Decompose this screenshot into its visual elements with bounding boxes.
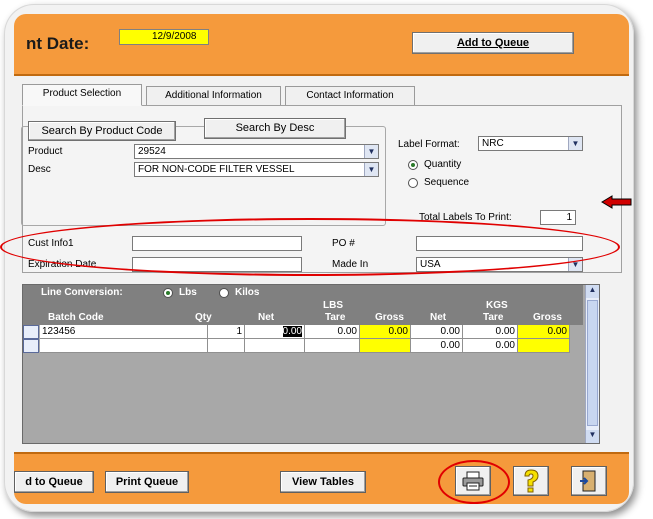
product-label: Product [28, 146, 63, 157]
add-to-queue-footer-button[interactable]: d to Queue [14, 471, 94, 493]
annotation-arrow-icon [601, 195, 632, 209]
product-value: 29524 [138, 146, 166, 157]
kilos-option-label: Kilos [235, 287, 260, 298]
label-format-label: Label Format: [398, 139, 460, 150]
kgs-group-header: KGS [486, 300, 508, 311]
batch-code-cell[interactable] [40, 339, 208, 353]
lbs-gross-cell[interactable]: 0.00 [360, 325, 411, 339]
col-kgs-tare: Tare [483, 312, 504, 323]
tab-contact-information[interactable]: Contact Information [285, 86, 415, 106]
lbs-tare-cell[interactable]: 0.00 [305, 325, 360, 339]
table-row[interactable]: 123456 1 0.00 0.00 0.00 0.00 0.00 0.00 [23, 325, 583, 339]
window-content: nt Date: 12/9/2008 Add to Queue Product … [14, 14, 629, 504]
grid-header: Line Conversion: Lbs Kilos LBS KGS Batch… [23, 285, 583, 325]
quantity-label: Quantity [424, 159, 462, 170]
scroll-thumb[interactable] [587, 300, 598, 426]
kgs-gross-cell[interactable] [518, 339, 570, 353]
sequence-label: Sequence [424, 177, 470, 188]
expiration-date-label: Expiration Date [28, 259, 97, 270]
lbs-option-label: Lbs [179, 287, 197, 298]
po-label: PO # [332, 238, 355, 249]
col-lbs-tare: Tare [325, 312, 346, 323]
col-lbs-gross: Gross [375, 312, 404, 323]
chevron-down-icon[interactable]: ▼ [364, 163, 378, 176]
help-button[interactable] [513, 466, 549, 496]
label-format-combo[interactable]: NRC ▼ [478, 136, 583, 151]
tab-additional-information[interactable]: Additional Information [146, 86, 281, 106]
app-window: nt Date: 12/9/2008 Add to Queue Product … [4, 4, 634, 512]
view-tables-button[interactable]: View Tables [280, 471, 366, 493]
tab-product-selection[interactable]: Product Selection [22, 84, 142, 106]
lbs-net-cell[interactable]: 0.00 [245, 325, 305, 339]
chevron-down-icon[interactable]: ▼ [364, 145, 378, 158]
lbs-net-value: 0.00 [282, 326, 302, 337]
qty-cell[interactable] [208, 339, 245, 353]
label-format-value: NRC [482, 138, 504, 149]
lbs-radio[interactable] [163, 288, 173, 298]
col-lbs-net: Net [258, 312, 275, 323]
col-batch-code: Batch Code [48, 312, 104, 323]
desc-combo[interactable]: FOR NON-CODE FILTER VESSEL ▼ [134, 162, 379, 177]
expiration-date-field[interactable] [132, 257, 302, 272]
chevron-down-icon[interactable]: ▼ [568, 137, 582, 150]
quantity-radio[interactable] [408, 160, 418, 170]
kgs-gross-cell[interactable]: 0.00 [518, 325, 570, 339]
line-conversion-label: Line Conversion: [41, 287, 123, 298]
add-to-queue-label: Add to Queue [456, 37, 530, 49]
desc-value: FOR NON-CODE FILTER VESSEL [138, 164, 295, 175]
kgs-tare-cell[interactable]: 0.00 [463, 325, 518, 339]
col-kgs-net: Net [430, 312, 447, 323]
scroll-down-icon[interactable]: ▼ [586, 430, 599, 443]
lbs-net-cell[interactable] [245, 339, 305, 353]
print-queue-button[interactable]: Print Queue [105, 471, 189, 493]
scroll-up-icon[interactable]: ▲ [586, 285, 599, 298]
search-by-product-code-button[interactable]: Search By Product Code [28, 121, 176, 141]
made-in-combo[interactable]: USA ▼ [416, 257, 583, 272]
cust-info-field[interactable] [132, 236, 302, 251]
chevron-down-icon[interactable]: ▼ [568, 258, 582, 271]
col-kgs-gross: Gross [533, 312, 562, 323]
kilos-radio[interactable] [219, 288, 229, 298]
total-labels-field[interactable]: 1 [540, 210, 576, 225]
sequence-radio[interactable] [408, 178, 418, 188]
row-selector[interactable] [23, 339, 39, 353]
tab-strip: Product Selection Additional Information… [22, 84, 622, 106]
add-to-queue-button[interactable]: Add to Queue [412, 32, 574, 54]
product-combo[interactable]: 29524 ▼ [134, 144, 379, 159]
grid-scrollbar[interactable]: ▲ ▼ [585, 285, 599, 443]
batch-grid: Line Conversion: Lbs Kilos LBS KGS Batch… [22, 284, 600, 444]
kgs-net-cell[interactable]: 0.00 [411, 339, 463, 353]
made-in-value: USA [420, 259, 441, 270]
cust-info-label: Cust Info1 [28, 238, 74, 249]
made-in-label: Made In [332, 259, 369, 270]
kgs-tare-cell[interactable]: 0.00 [463, 339, 518, 353]
lbs-gross-cell[interactable] [360, 339, 411, 353]
annotation-circle [438, 460, 510, 504]
qty-cell[interactable]: 1 [208, 325, 245, 339]
po-field[interactable] [416, 236, 583, 251]
exit-door-icon [580, 470, 596, 492]
help-icon [524, 469, 539, 493]
table-row[interactable]: 0.00 0.00 [23, 339, 583, 353]
col-qty: Qty [195, 312, 212, 323]
desc-label: Desc [28, 164, 51, 175]
search-by-desc-button[interactable]: Search By Desc [204, 118, 346, 139]
lbs-group-header: LBS [323, 300, 343, 311]
date-title: nt Date: [26, 34, 90, 53]
total-labels-label: Total Labels To Print: [419, 212, 512, 223]
batch-code-cell[interactable]: 123456 [40, 325, 208, 339]
lbs-tare-cell[interactable] [305, 339, 360, 353]
exit-button[interactable] [571, 466, 607, 496]
kgs-net-cell[interactable]: 0.00 [411, 325, 463, 339]
date-field[interactable]: 12/9/2008 [119, 29, 209, 45]
row-selector[interactable] [23, 325, 39, 339]
header-bar: nt Date: 12/9/2008 Add to Queue [14, 14, 629, 76]
